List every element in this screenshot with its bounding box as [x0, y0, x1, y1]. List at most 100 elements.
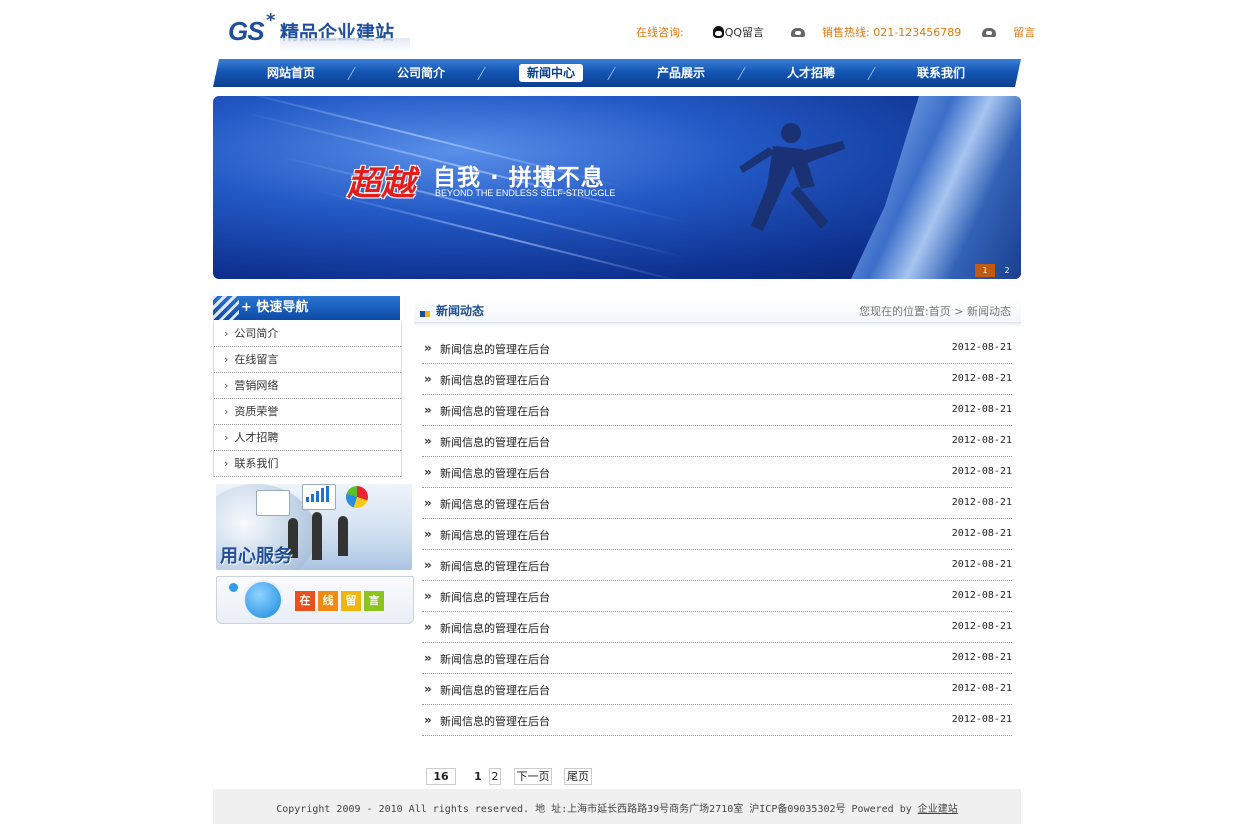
sidebar-item-label: 联系我们 — [234, 457, 279, 470]
news-item[interactable]: » 新闻信息的管理在后台 2012-08-21 — [422, 426, 1012, 457]
news-item[interactable]: » 新闻信息的管理在后台 2012-08-21 — [422, 705, 1012, 736]
service-promo-banner[interactable]: 用心服务 — [216, 484, 412, 570]
news-date: 2012-08-21 — [951, 559, 1012, 570]
double-chevron-icon: » — [424, 496, 432, 510]
news-title[interactable]: 新闻信息的管理在后台 — [440, 713, 550, 729]
total-count: 16 — [426, 768, 456, 785]
next-page-button[interactable]: 下一页 — [514, 768, 552, 785]
slide-button-2[interactable]: 2 — [997, 264, 1017, 277]
top-contact-bar: 在线咨询: QQ留言 销售热线: 021-123456789 留言 — [636, 24, 1035, 40]
double-chevron-icon: » — [424, 713, 432, 727]
nav-separator — [607, 67, 616, 80]
chevron-right-icon: › — [224, 327, 229, 340]
double-chevron-icon: » — [424, 558, 432, 572]
double-chevron-icon: » — [424, 403, 432, 417]
sidebar-nav-list: › 公司简介 › 在线留言 › 营销网络 › 资质荣誉 › 人才招聘 › 联系我们 — [213, 321, 402, 477]
slide-button-1[interactable]: 1 — [975, 264, 995, 277]
sidebar-item[interactable]: › 人才招聘 — [214, 425, 401, 451]
chevron-right-icon: › — [224, 379, 229, 392]
news-item[interactable]: » 新闻信息的管理在后台 2012-08-21 — [422, 488, 1012, 519]
nav-item-3[interactable]: 产品展示 — [641, 64, 721, 82]
sidebar-item[interactable]: › 营销网络 — [214, 373, 401, 399]
banner-slogan-white: 自我 · 拼搏不息 — [433, 165, 605, 191]
pie-chart-icon — [346, 486, 368, 508]
hotline-number: 021-123456789 — [873, 25, 962, 39]
news-date: 2012-08-21 — [951, 528, 1012, 539]
section-title: 新闻动态 — [436, 304, 485, 318]
news-date: 2012-08-21 — [951, 466, 1012, 477]
phone-icon — [791, 27, 806, 37]
nav-item-2[interactable]: 新闻中心 — [519, 64, 583, 82]
double-chevron-icon: » — [424, 682, 432, 696]
person-figure — [312, 512, 322, 560]
nav-item-0[interactable]: 网站首页 — [251, 64, 331, 82]
double-chevron-icon: » — [424, 589, 432, 603]
sidebar-item[interactable]: › 联系我们 — [214, 451, 401, 477]
footer-text: Copyright 2009 - 2010 All rights reserve… — [213, 800, 1021, 815]
chevron-right-icon: › — [224, 457, 229, 470]
message-char: 在 — [295, 591, 315, 611]
news-item[interactable]: » 新闻信息的管理在后台 2012-08-21 — [422, 395, 1012, 426]
news-date: 2012-08-21 — [951, 404, 1012, 415]
message-phone-icon — [982, 27, 997, 37]
double-chevron-icon: » — [424, 372, 432, 386]
news-item[interactable]: » 新闻信息的管理在后台 2012-08-21 — [422, 550, 1012, 581]
news-item[interactable]: » 新闻信息的管理在后台 2012-08-21 — [422, 612, 1012, 643]
news-title[interactable]: 新闻信息的管理在后台 — [440, 620, 550, 636]
last-page-button[interactable]: 尾页 — [564, 768, 592, 785]
online-message-banner[interactable]: 在线留言 — [216, 576, 414, 624]
site-logo[interactable]: GS * 精品企业建站 — [228, 10, 418, 52]
slide-indicators: 12 — [973, 262, 1017, 277]
breadcrumb-home[interactable]: 首页 — [929, 305, 951, 318]
news-title[interactable]: 新闻信息的管理在后台 — [440, 465, 550, 481]
breadcrumb: 您现在的位置:首页 > 新闻动态 — [859, 303, 1011, 319]
nav-item-4[interactable]: 人才招聘 — [771, 64, 851, 82]
sidebar-item-label: 人才招聘 — [234, 431, 279, 444]
breadcrumb-current: 新闻动态 — [967, 305, 1011, 318]
chevron-right-icon: › — [224, 431, 229, 444]
logo-reflection — [280, 38, 410, 52]
message-link[interactable]: 留言 — [1013, 24, 1035, 40]
footer: Copyright 2009 - 2010 All rights reserve… — [213, 789, 1021, 824]
double-chevron-icon: » — [424, 651, 432, 665]
copyright-text: Copyright 2009 - 2010 All rights reserve… — [276, 804, 918, 815]
sidebar-item[interactable]: › 公司简介 — [214, 321, 401, 347]
news-title[interactable]: 新闻信息的管理在后台 — [440, 527, 550, 543]
news-title[interactable]: 新闻信息的管理在后台 — [440, 434, 550, 450]
news-title[interactable]: 新闻信息的管理在后台 — [440, 682, 550, 698]
chat-circle-icon — [243, 580, 283, 620]
powered-by-link[interactable]: 企业建站 — [918, 804, 958, 815]
news-date: 2012-08-21 — [951, 621, 1012, 632]
news-title[interactable]: 新闻信息的管理在后台 — [440, 496, 550, 512]
jumping-man-image — [739, 123, 845, 231]
hero-banner: 超越 自我 · 拼搏不息 BEYOND THE ENDLESS SELF-STR… — [213, 96, 1021, 279]
news-title[interactable]: 新闻信息的管理在后台 — [440, 403, 550, 419]
double-chevron-icon: » — [424, 465, 432, 479]
banner-slogan-english: BEYOND THE ENDLESS SELF-STRUGGLE — [435, 188, 616, 198]
news-item[interactable]: » 新闻信息的管理在后台 2012-08-21 — [422, 457, 1012, 488]
sidebar-item[interactable]: › 资质荣誉 — [214, 399, 401, 425]
sidebar-item[interactable]: › 在线留言 — [214, 347, 401, 373]
news-title[interactable]: 新闻信息的管理在后台 — [440, 341, 550, 357]
nav-separator — [477, 67, 486, 80]
news-item[interactable]: » 新闻信息的管理在后台 2012-08-21 — [422, 581, 1012, 612]
news-title[interactable]: 新闻信息的管理在后台 — [440, 651, 550, 667]
news-title[interactable]: 新闻信息的管理在后台 — [440, 589, 550, 605]
page-2-link[interactable]: 2 — [489, 768, 501, 785]
nav-item-1[interactable]: 公司简介 — [381, 64, 461, 82]
news-date: 2012-08-21 — [951, 373, 1012, 384]
double-chevron-icon: » — [424, 341, 432, 355]
news-item[interactable]: » 新闻信息的管理在后台 2012-08-21 — [422, 643, 1012, 674]
dot-decoration — [229, 583, 238, 592]
news-item[interactable]: » 新闻信息的管理在后台 2012-08-21 — [422, 364, 1012, 395]
news-item[interactable]: » 新闻信息的管理在后台 2012-08-21 — [422, 333, 1012, 364]
news-date: 2012-08-21 — [951, 652, 1012, 663]
section-flag-icon — [420, 306, 430, 317]
qq-label: QQ留言 — [724, 26, 765, 39]
news-title[interactable]: 新闻信息的管理在后台 — [440, 558, 550, 574]
news-item[interactable]: » 新闻信息的管理在后台 2012-08-21 — [422, 519, 1012, 550]
news-item[interactable]: » 新闻信息的管理在后台 2012-08-21 — [422, 674, 1012, 705]
qq-message-link[interactable]: QQ留言 — [712, 24, 765, 40]
nav-item-5[interactable]: 联系我们 — [901, 64, 981, 82]
news-title[interactable]: 新闻信息的管理在后台 — [440, 372, 550, 388]
